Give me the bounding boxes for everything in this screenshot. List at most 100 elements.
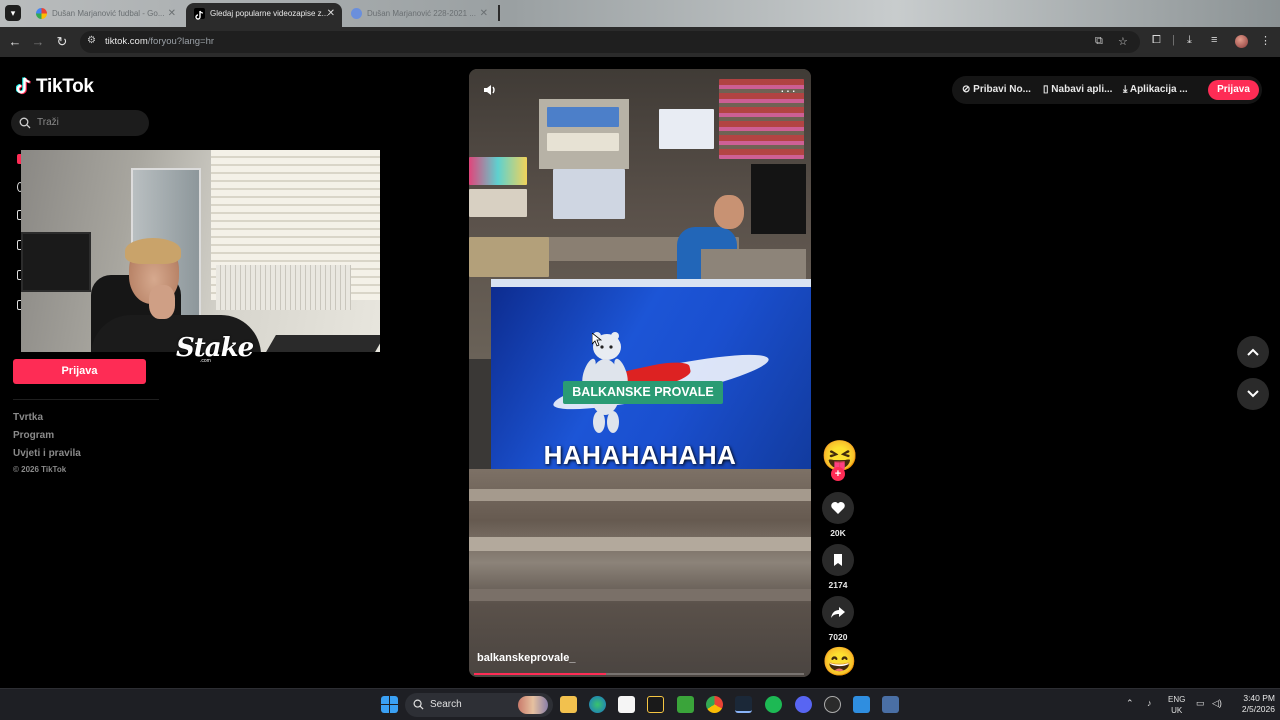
menu-dots-icon[interactable]: ⋮ [1260, 34, 1271, 47]
chevron-up-icon [1247, 348, 1259, 356]
tiktok-logo[interactable]: TikTok [15, 76, 94, 98]
stake-sponsor-suffix: .com [200, 358, 211, 364]
more-options-icon[interactable]: ··· [780, 82, 797, 98]
edge-browser-icon[interactable] [589, 696, 606, 713]
get-app-link[interactable]: ▯ Nabavi apli... [1043, 84, 1112, 95]
browser-tab-1[interactable]: Dušan Marjanović fudbal - Go... ✕ [28, 3, 183, 27]
close-tab-icon[interactable]: ✕ [168, 3, 176, 25]
video-player[interactable] [469, 69, 811, 677]
coin-icon: ⊘ [962, 84, 971, 95]
tiktok-wordmark: TikTok [36, 76, 94, 97]
volume-icon[interactable] [482, 82, 498, 98]
tiktok-note-icon [15, 76, 32, 97]
tab-title: Dušan Marjanović fudbal - Go... [52, 9, 165, 18]
follow-button[interactable]: + [831, 467, 845, 481]
page-favicon-icon [351, 8, 362, 19]
video-author[interactable]: balkanskeprovale_ [477, 652, 575, 664]
microphone-icon[interactable]: ♪ [1147, 698, 1152, 708]
heart-icon [831, 502, 845, 514]
chrome-icon[interactable] [706, 696, 723, 713]
windows-taskbar: Search ⌃ ♪ ENG UK ▭ ◁) 3:40 PM 2/5/2026 [0, 688, 1280, 720]
login-button[interactable]: Prijava [13, 359, 146, 384]
forward-arrow-icon[interactable]: → [30, 34, 46, 50]
download-icon: ⤓ [1123, 84, 1128, 95]
profile-avatar[interactable] [1235, 35, 1248, 48]
taskbar-search[interactable]: Search [405, 693, 553, 717]
toolbar-divider: | [1172, 34, 1175, 46]
get-coins-link[interactable]: ⊘ Pribavi No... [962, 84, 1031, 95]
footer-link-program[interactable]: Program [13, 430, 81, 442]
address-bar[interactable]: ⚙ tiktok.com/foryou?lang=hr ⧉ ☆ [80, 31, 1140, 53]
media-control-icon[interactable]: ≡ [1211, 34, 1217, 46]
microsoft-store-icon[interactable] [618, 696, 635, 713]
show-hidden-icons[interactable]: ⌃ [1126, 698, 1134, 709]
streamer-webcam-overlay [21, 150, 380, 352]
previous-video-button[interactable] [1237, 336, 1269, 368]
tab-title: Gledaj popularne videozapise z... [210, 9, 329, 18]
browser-tab-bar: ▾ Dušan Marjanović fudbal - Go... ✕ Gled… [0, 0, 1280, 27]
language-indicator[interactable]: ENG UK [1168, 694, 1185, 716]
site-info-icon[interactable]: ⚙ [87, 35, 96, 46]
share-count: 7020 [828, 632, 848, 642]
browser-toolbar: ← → ↻ ⚙ tiktok.com/foryou?lang=hr ⧉ ☆ ⧠ … [0, 27, 1280, 57]
next-video-button[interactable] [1237, 378, 1269, 410]
search-highlight-image [518, 696, 548, 714]
close-tab-icon[interactable]: ✕ [327, 3, 335, 25]
tab-title: Dušan Marjanović 228-2021 ... [367, 9, 476, 18]
tab-search-button[interactable]: ▾ [5, 5, 21, 21]
bookmark-star-icon[interactable]: ☆ [1118, 35, 1128, 48]
obs-icon[interactable] [824, 696, 841, 713]
video-progress-bar[interactable] [474, 673, 804, 675]
calculator-icon[interactable] [882, 696, 899, 713]
mouse-cursor-icon [592, 333, 602, 347]
save-count: 2174 [828, 580, 848, 590]
footer-links: Tvrtka Program Uvjeti i pravila [13, 412, 81, 466]
music-disc[interactable]: 😄 [822, 646, 857, 678]
share-arrow-icon [831, 607, 845, 618]
shop-monitor [751, 164, 806, 234]
copyright-text: © 2026 TikTok [13, 465, 67, 474]
shop-counter [701, 249, 806, 279]
radiator [216, 265, 351, 310]
footer-link-terms[interactable]: Uvjeti i pravila [13, 448, 81, 460]
file-explorer-icon[interactable] [560, 696, 577, 713]
save-button[interactable] [822, 544, 854, 576]
app-icon-blue[interactable] [853, 696, 870, 713]
header-login-button[interactable]: Prijava [1208, 80, 1259, 100]
spotify-icon[interactable] [765, 696, 782, 713]
volume-icon[interactable]: ◁) [1212, 698, 1222, 709]
video-progress-fill [474, 673, 606, 675]
desktop-app-link[interactable]: ⤓ Aplikacija ... [1123, 84, 1188, 95]
chevron-down-icon [1247, 390, 1259, 398]
network-icon[interactable]: ▭ [1196, 698, 1205, 709]
system-clock[interactable]: 3:40 PM 2/5/2026 [1230, 693, 1275, 715]
sidebar-divider [13, 399, 159, 400]
share-button[interactable] [822, 596, 854, 628]
like-count: 20K [830, 528, 846, 538]
windows-start-icon[interactable] [381, 696, 398, 713]
install-app-icon[interactable]: ⧉ [1095, 35, 1103, 48]
reload-icon[interactable]: ↻ [54, 34, 70, 50]
browser-tab-2[interactable]: Gledaj popularne videozapise z... ✕ [186, 3, 342, 27]
search-input[interactable]: Traži [11, 110, 149, 136]
google-favicon-icon [36, 8, 47, 19]
discord-icon[interactable] [795, 696, 812, 713]
monitor [21, 232, 91, 292]
app-icon-bolt[interactable] [647, 696, 664, 713]
tiktok-favicon-icon [194, 8, 205, 20]
extensions-icon[interactable]: ⧠ [1152, 34, 1161, 47]
downloads-icon[interactable]: ⤓ [1187, 34, 1192, 47]
video-caption-text: HAHAHAHAHA [543, 440, 737, 470]
cashier-head [714, 195, 744, 229]
browser-tab-3[interactable]: Dušan Marjanović 228-2021 ... ✕ [343, 3, 495, 27]
xbox-icon[interactable] [677, 696, 694, 713]
close-tab-icon[interactable]: ✕ [480, 3, 488, 25]
like-button[interactable] [822, 492, 854, 524]
footer-link-company[interactable]: Tvrtka [13, 412, 81, 424]
search-icon [413, 699, 424, 710]
stake-sponsor-logo: Stake [176, 333, 254, 363]
back-arrow-icon[interactable]: ← [7, 34, 23, 50]
steam-icon[interactable] [735, 696, 752, 713]
url-text: tiktok.com/foryou?lang=hr [105, 36, 215, 47]
video-caption-badge: BALKANSKE PROVALE [563, 381, 723, 404]
